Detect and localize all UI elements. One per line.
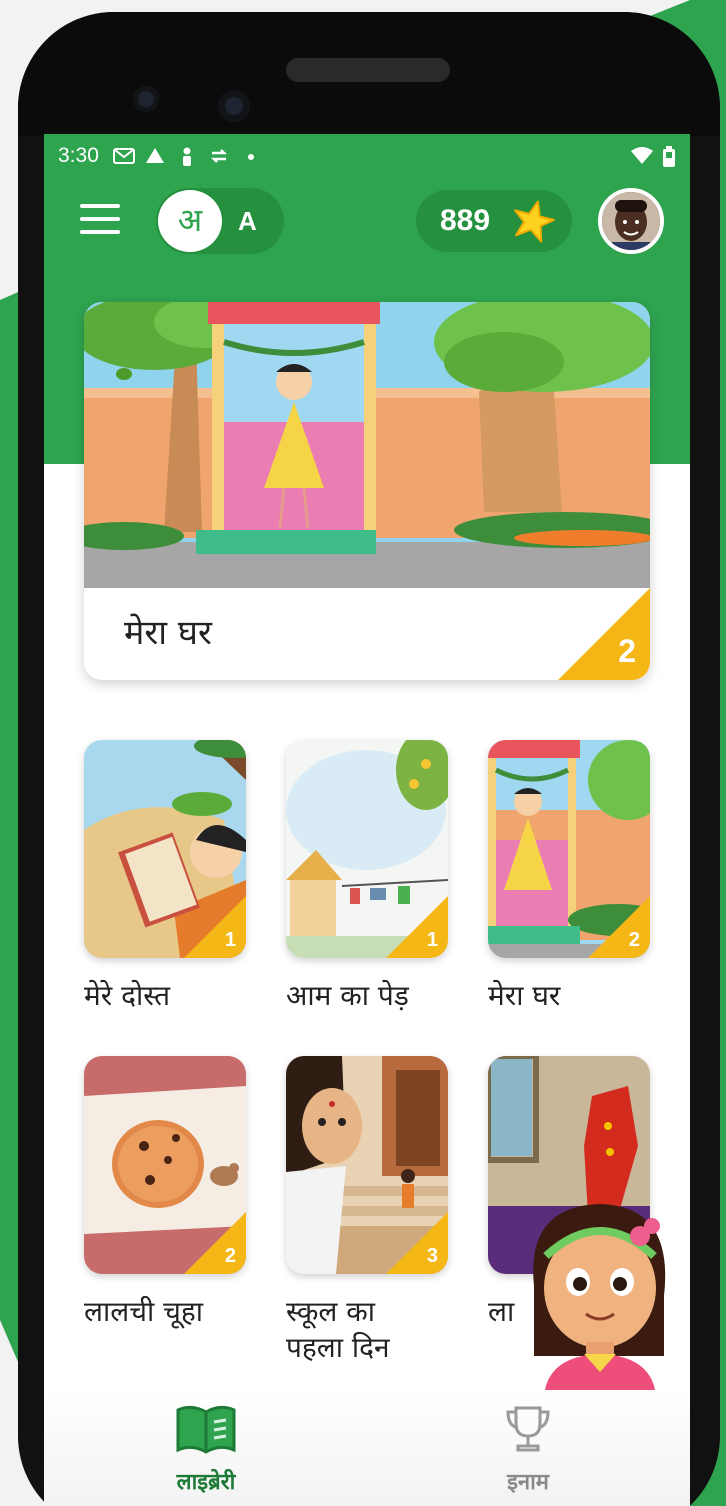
book-title: मेरा घर [488, 979, 561, 1012]
book-title: लालची चूहा [84, 1295, 204, 1328]
book-title: मेरे दोस्त [84, 979, 171, 1012]
level-badge: 1 [386, 896, 448, 958]
level-number: 1 [426, 929, 438, 951]
library-book-icon [176, 1405, 236, 1454]
nav-rewards-label: इनाम [507, 1470, 549, 1495]
featured-book-title: मेरा घर [124, 613, 212, 653]
speaker-grille [286, 58, 450, 82]
app-bar: अ A 889 [44, 186, 690, 256]
level-number: 2 [224, 1245, 236, 1267]
sensor [133, 86, 159, 112]
notification-dot-icon [241, 147, 261, 165]
book-title-line: पहला दिन [286, 1331, 390, 1365]
profile-avatar[interactable] [598, 188, 664, 254]
language-hindi-option[interactable]: अ [158, 190, 222, 252]
nav-library[interactable]: लाइब्रेरी [126, 1390, 286, 1506]
status-bar: 3:30 [44, 134, 690, 178]
level-badge: 2 [558, 588, 650, 680]
stars-counter[interactable]: 889 [416, 190, 572, 252]
sync-icon [209, 147, 229, 165]
book-cover: 2 [84, 1056, 246, 1274]
level-badge: 2 [184, 1212, 246, 1274]
level-number: 2 [628, 929, 640, 951]
front-camera [218, 90, 250, 122]
language-toggle[interactable]: अ A [156, 188, 284, 254]
featured-book-illustration [84, 302, 650, 588]
level-number: 2 [618, 633, 636, 669]
mascot-girl-illustration[interactable] [514, 1196, 684, 1396]
book-card[interactable]: 2 मेरा घर [488, 740, 650, 1014]
star-icon [514, 200, 555, 243]
app-screen: 3:30 अ A 889 मेरा घर 2 1 मेरे दोस्त 1 आम… [44, 134, 690, 1506]
star-count: 889 [440, 204, 491, 237]
menu-button[interactable] [80, 204, 120, 236]
book-cover: 2 [488, 740, 650, 958]
bottom-navigation: लाइब्रेरी इनाम [44, 1390, 690, 1506]
status-time: 3:30 [58, 144, 99, 167]
level-badge: 3 [386, 1212, 448, 1274]
battery-icon [662, 146, 676, 173]
language-english-option[interactable]: A [238, 188, 257, 254]
book-cover: 1 [286, 740, 448, 958]
gmail-icon [112, 147, 135, 165]
book-card[interactable]: 1 आम का पेड़ [286, 740, 448, 1014]
nav-rewards[interactable]: इनाम [448, 1390, 608, 1506]
level-badge: 1 [184, 896, 246, 958]
book-title: स्कूल का पहला दिन [286, 1294, 448, 1367]
book-cover: 3 [286, 1056, 448, 1274]
trophy-icon [506, 1406, 550, 1452]
book-card[interactable]: 1 मेरे दोस्त [84, 740, 246, 1014]
phone-bezel [18, 12, 720, 136]
book-title: आम का पेड़ [286, 979, 409, 1012]
wifi-icon [630, 146, 654, 173]
level-number: 1 [224, 929, 236, 951]
drive-icon [145, 147, 165, 165]
book-card[interactable]: 2 लालची चूहा [84, 1056, 246, 1330]
person-icon [177, 147, 197, 166]
level-number: 3 [426, 1245, 438, 1267]
book-card[interactable]: 3 स्कूल का पहला दिन [286, 1056, 448, 1367]
featured-book-card[interactable]: मेरा घर 2 [84, 302, 650, 680]
nav-library-label: लाइब्रेरी [176, 1470, 236, 1495]
level-badge: 2 [588, 896, 650, 958]
book-title-line: स्कूल का [286, 1295, 376, 1328]
book-cover: 1 [84, 740, 246, 958]
